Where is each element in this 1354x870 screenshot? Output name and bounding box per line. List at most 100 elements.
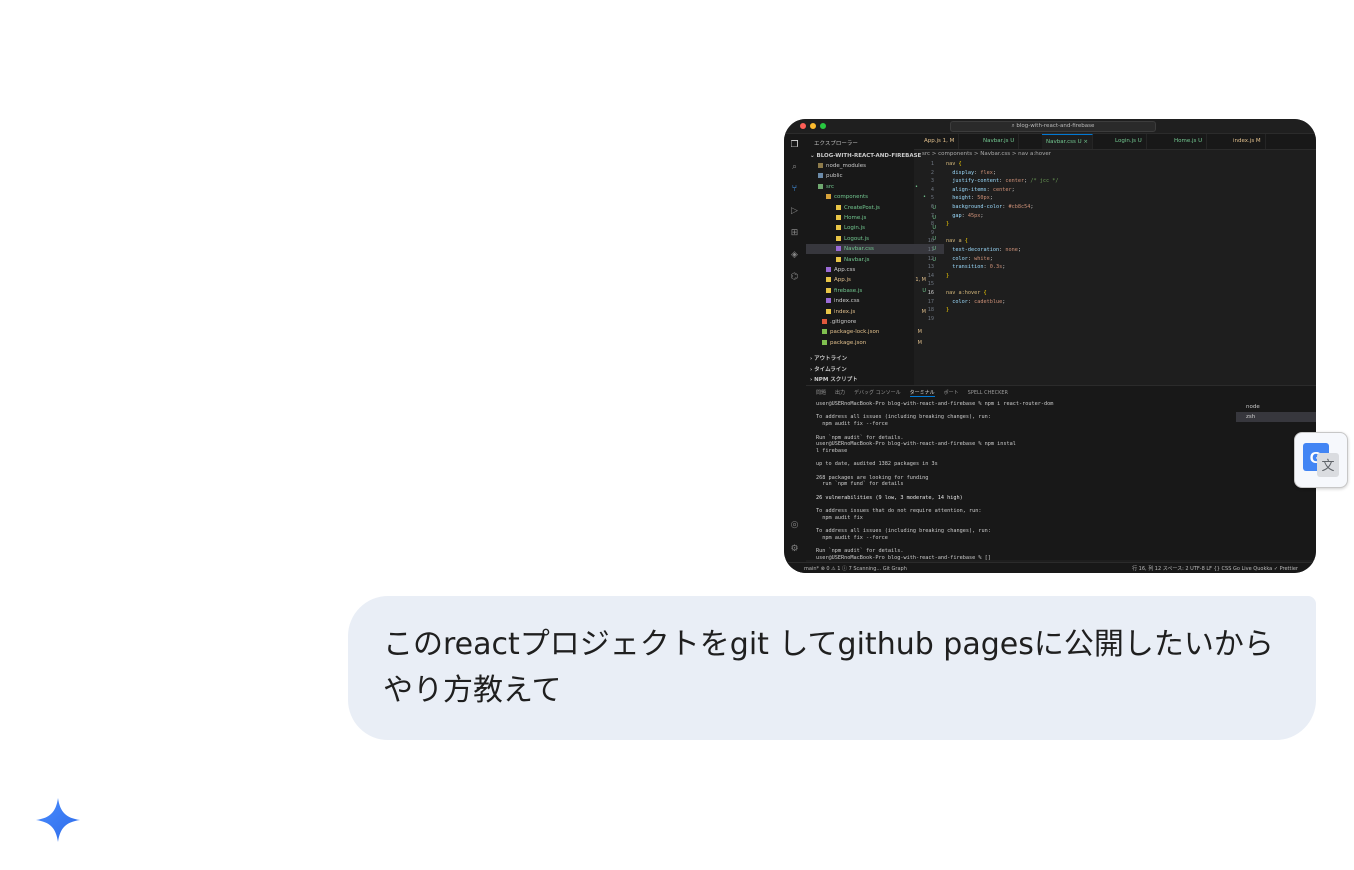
breadcrumb: src > components > Navbar.css > nav a:ho… (922, 151, 1052, 157)
activity-bar: ❐ ⌕ ⑂ ▷ ⊞ ◈ ⌬ ◎ ⚙ (784, 134, 806, 573)
google-translate-icon: G 文 (1303, 443, 1339, 477)
panel-tabs: 問題 出力 デバッグ コンソール ターミナル ポート SPELL CHECKER (816, 389, 1017, 397)
explorer-panel: エクスプローラー ⌄ BLOG-WITH-REACT-AND-FIREBASE … (806, 134, 944, 386)
gemini-sparkle-icon (36, 798, 80, 842)
terminal-line: 268 packages are looking for funding (816, 474, 929, 481)
editor-tab[interactable]: Home.js U (1170, 134, 1208, 149)
account-icon: ◎ (790, 520, 799, 530)
explorer-section[interactable]: › タイムライン (806, 365, 918, 375)
editor-tab[interactable]: Navbar.js U (979, 134, 1020, 149)
file-icon (836, 204, 841, 210)
code-line: display: flex; (952, 169, 996, 176)
tree-item[interactable]: .gitignore (806, 317, 930, 327)
line-number: 15 (927, 281, 934, 288)
tree-item-label: firebase.js (834, 287, 863, 294)
file-icon (826, 194, 831, 200)
panel-tab[interactable]: 出力 (835, 390, 845, 396)
attached-screenshot[interactable]: ⌕ blog-with-react-and-firebase ❐ ⌕ ⑂ ▷ ⊞… (784, 119, 1316, 573)
line-number: 12 (927, 255, 934, 262)
tree-item-label: node_modules (826, 163, 866, 169)
code-line: color: white; (952, 255, 993, 262)
code-line: transition: 0.3s; (952, 264, 1006, 271)
tree-item-label: package.json (830, 339, 867, 346)
editor-tabs: App.js 1, M Navbar.js U Navbar.css U × Logi… (914, 134, 1316, 150)
code-line: height: 50px; (952, 195, 993, 202)
code-line: color: cadetblue; (952, 298, 1006, 305)
terminal-line: npm audit fix --force (816, 421, 888, 428)
file-icon (826, 298, 831, 304)
line-number: 11 (927, 247, 934, 253)
status-left[interactable]: main* ⊗ 0 ⚠ 1 ⓘ 7 Scanning... Git Graph (804, 565, 907, 572)
code-line: text-decoration: none; (952, 247, 1021, 253)
tree-item[interactable]: public (806, 171, 926, 181)
line-number: 14 (927, 272, 934, 279)
line-number: 5 (930, 195, 934, 202)
panel-tab[interactable]: ポート (944, 390, 959, 396)
editor-tab[interactable]: Login.js U (1111, 134, 1147, 149)
explorer-section[interactable]: › アウトライン (806, 354, 918, 364)
terminal-list-item[interactable]: node (1236, 402, 1316, 412)
tree-item-label: index.css (834, 298, 860, 305)
status-right[interactable]: 行 16, 列 12 スペース: 2 UTF-8 LF {} CSS Go Li… (1132, 565, 1298, 572)
line-number: 4 (930, 186, 934, 193)
minimize-dot (810, 123, 816, 129)
close-dot (800, 123, 806, 129)
terminal-line: npm audit fix --force (816, 535, 888, 541)
run-debug-icon: ▷ (791, 206, 798, 216)
line-number: 8 (930, 221, 934, 228)
command-center-text: blog-with-react-and-firebase (1016, 123, 1095, 129)
code-line: } (946, 272, 950, 279)
file-icon (836, 225, 841, 231)
line-number: 3 (930, 178, 934, 185)
panel-tab[interactable]: 問題 (816, 390, 826, 396)
code-line: nav a { (946, 238, 968, 245)
explorer-section[interactable]: › NPM スクリプト (806, 375, 918, 385)
explorer-root[interactable]: ⌄ BLOG-WITH-REACT-AND-FIREBASE (806, 151, 921, 161)
editor-tab[interactable]: App.js 1, M (920, 134, 960, 149)
file-icon (822, 329, 827, 335)
tree-item[interactable]: package-lock.json M (806, 327, 930, 337)
extensions-icon: ⊞ (790, 228, 799, 238)
maximize-dot (820, 123, 826, 129)
file-icon (818, 163, 823, 168)
line-number: 1 (930, 161, 934, 167)
tree-item-label: index.js (834, 308, 856, 315)
panel-tab[interactable]: ターミナル (909, 390, 935, 397)
tree-item-label: components (834, 194, 868, 201)
tree-item-label: Navbar.js (844, 256, 870, 263)
file-icon (836, 235, 841, 241)
panel-tab[interactable]: SPELL CHECKER (968, 390, 1008, 396)
bottom-panel: 問題 出力 デバッグ コンソール ターミナル ポート SPELL CHECKER user… (806, 385, 1316, 561)
line-number: 10 (927, 238, 934, 245)
tree-item[interactable]: node_modules (806, 161, 926, 171)
file-icon (822, 319, 827, 324)
file-icon (822, 339, 827, 345)
translate-button[interactable]: G 文 (1294, 432, 1348, 488)
user-message-bubble: このreactプロジェクトをgit してgithub pagesに公開したいから… (348, 596, 1316, 740)
python-icon: ◈ (791, 250, 798, 260)
line-number: 17 (927, 298, 934, 305)
file-icon (826, 277, 831, 283)
tree-item-label: public (826, 173, 843, 180)
status-bar: main* ⊗ 0 ⚠ 1 ⓘ 7 Scanning... Git Graph … (784, 562, 1316, 573)
tree-item-label: .gitignore (830, 319, 857, 325)
line-number: 19 (927, 315, 934, 322)
editor-tab[interactable]: Navbar.css U × (1042, 134, 1093, 149)
terminal-line: up to date, audited 1382 packages in 3s (816, 461, 938, 468)
code-line: align-items: center; (952, 186, 1015, 193)
terminal-line: user@USERnoMacBook-Pro blog-with-react-a… (816, 441, 1016, 448)
line-number: 13 (927, 264, 934, 271)
terminal-list-item[interactable]: zsh (1236, 412, 1316, 422)
file-icon (836, 215, 841, 220)
svg-text:文: 文 (1321, 459, 1334, 474)
tree-item[interactable]: src • (806, 182, 926, 192)
file-icon (836, 256, 841, 262)
file-icon (826, 308, 831, 314)
editor-tab[interactable]: index.js M (1229, 134, 1266, 149)
command-center: ⌕ blog-with-react-and-firebase (950, 121, 1156, 132)
panel-tab[interactable]: デバッグ コンソール (854, 390, 901, 396)
remote-icon: ⌬ (790, 272, 799, 282)
tree-item-label: App.css (834, 267, 856, 273)
tree-item[interactable]: package.json M (806, 338, 930, 348)
code-editor[interactable]: 1 nav {2 display: flex; 3 justify-content:… (914, 161, 1316, 385)
